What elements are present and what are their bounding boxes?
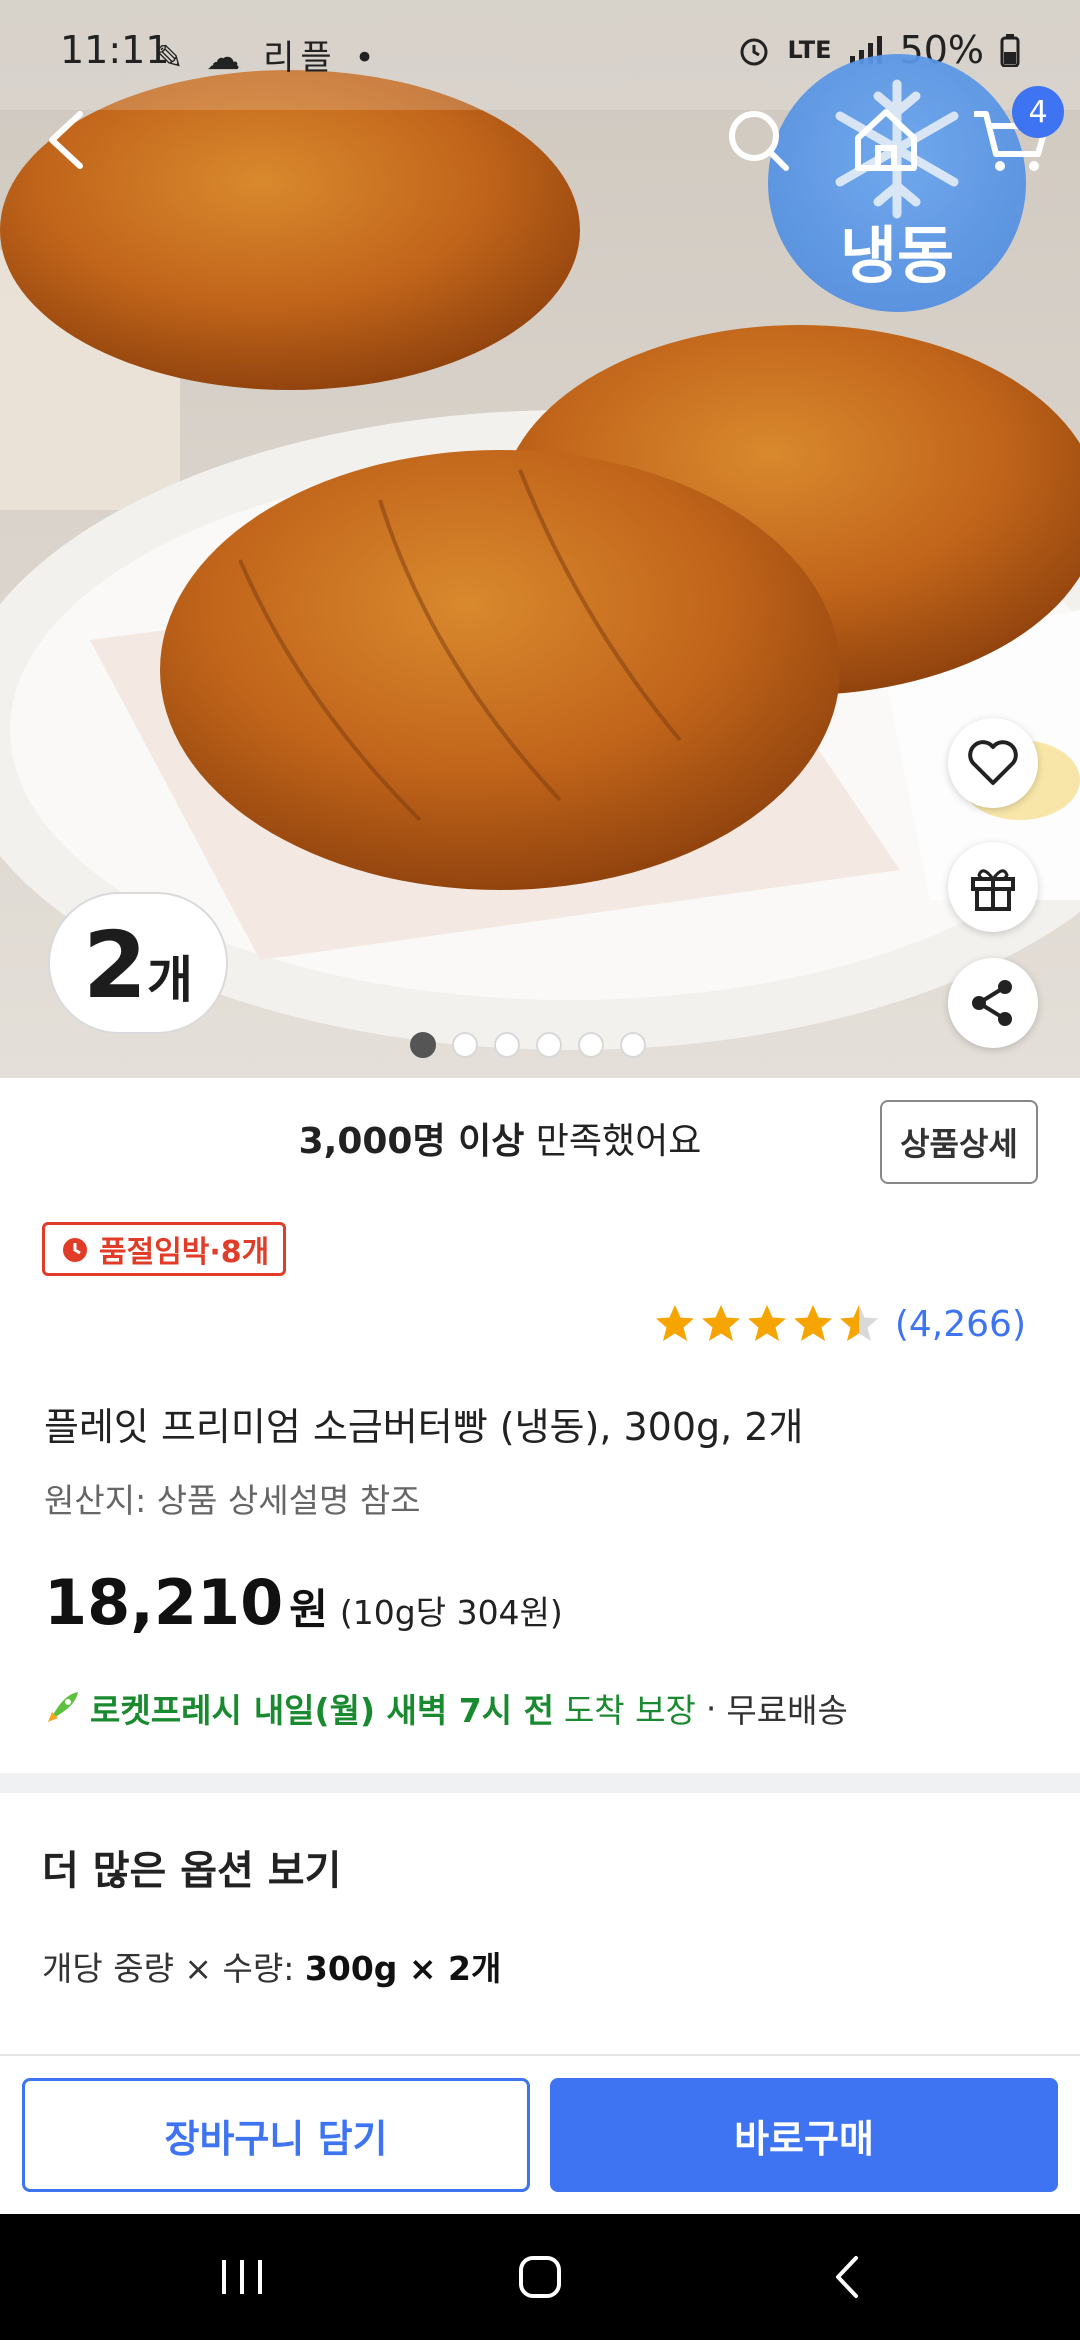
- more-options-title[interactable]: 더 많은 옵션 보기: [42, 1838, 341, 1896]
- carousel-dot[interactable]: [410, 1032, 436, 1058]
- back-arrow-icon: [836, 2256, 858, 2298]
- soldout-soon-text: 품절임박·8개: [99, 1235, 270, 1270]
- price-row: 18,210 원 (10g당 304원): [44, 1566, 563, 1639]
- delivery-info: 로켓프레시 내일(월) 새벽 7시 전 도착 보장 · 무료배송: [42, 1684, 848, 1732]
- system-back-button[interactable]: [808, 2244, 888, 2310]
- price-amount: 18,210: [44, 1566, 284, 1639]
- product-detail-button[interactable]: 상품상세: [880, 1100, 1038, 1184]
- carousel-dot[interactable]: [452, 1032, 478, 1058]
- alarm-icon: [740, 38, 768, 66]
- add-to-cart-button[interactable]: 장바구니 담기: [22, 2078, 530, 2192]
- carousel-dot[interactable]: [578, 1032, 604, 1058]
- notification-icons: ✎ ☁ 리플 •: [155, 38, 381, 78]
- home-icon: [855, 109, 917, 171]
- rocket-icon: [48, 1692, 78, 1722]
- quantity-unit: 개: [147, 951, 193, 1009]
- frozen-label: 냉동: [839, 219, 955, 292]
- home-square-icon: [519, 2256, 561, 2298]
- recent-apps-button[interactable]: [202, 2244, 282, 2310]
- back-button[interactable]: [30, 100, 110, 180]
- product-origin: 원산지: 상품 상세설명 참조: [44, 1481, 421, 1520]
- product-title: 플레잇 프리미엄 소금버터빵 (냉동), 300g, 2개: [44, 1405, 804, 1449]
- option-label: 개당 중량 × 수량:: [42, 1949, 305, 1988]
- quantity-badge: 2 개: [48, 892, 228, 1034]
- review-count[interactable]: (4,266): [895, 1304, 1026, 1345]
- gift-button[interactable]: [948, 842, 1038, 932]
- option-selection[interactable]: 개당 중량 × 수량: 300g × 2개: [42, 1942, 501, 1990]
- heart-icon: [968, 740, 1018, 785]
- gift-icon: [971, 869, 1015, 911]
- carousel-dot[interactable]: [494, 1032, 520, 1058]
- recent-apps-icon: [222, 2260, 262, 2294]
- star-icon: [747, 1305, 786, 1341]
- search-button[interactable]: [718, 100, 798, 180]
- rating[interactable]: (4,266): [653, 1302, 1026, 1346]
- product-image-carousel[interactable]: 11:11 ✎ ☁ 리플 • LTE 50% 냉동 4 2 개: [0, 0, 1080, 1078]
- chevron-left-icon: [49, 111, 83, 169]
- wishlist-button[interactable]: [948, 718, 1038, 808]
- home-button[interactable]: [846, 100, 926, 180]
- status-time: 11:11: [60, 28, 170, 72]
- home-system-button[interactable]: [500, 2244, 580, 2310]
- section-divider: [0, 1773, 1080, 1793]
- star-icon: [701, 1305, 740, 1341]
- system-navigation-bar: [0, 2214, 1080, 2340]
- alarm-clock-icon: [63, 1238, 87, 1262]
- option-value: 300g × 2개: [304, 1949, 502, 1988]
- delivery-separator: ·: [705, 1688, 717, 1728]
- star-icon: [839, 1305, 878, 1341]
- soldout-soon-badge: 품절임박·8개: [42, 1222, 287, 1276]
- star-icon: [655, 1305, 694, 1341]
- delivery-guarantee: 도착 보장: [563, 1691, 696, 1730]
- purchase-bar: 장바구니 담기 바로구매: [0, 2054, 1080, 2214]
- free-shipping: 무료배송: [726, 1691, 848, 1730]
- price-currency: 원: [289, 1585, 328, 1634]
- rating-stars: [653, 1302, 881, 1346]
- cart-count-badge: 4: [1012, 86, 1064, 138]
- satisfaction-rest: 만족했어요: [524, 1121, 702, 1162]
- share-icon: [972, 980, 1012, 1026]
- buy-now-button[interactable]: 바로구매: [550, 2078, 1058, 2192]
- search-icon: [729, 111, 789, 171]
- satisfaction-count: 3,000명 이상: [298, 1121, 525, 1162]
- star-icon: [793, 1305, 832, 1341]
- carousel-indicator[interactable]: [0, 1032, 1068, 1058]
- delivery-time: 내일(월) 새벽 7시 전: [253, 1691, 554, 1730]
- carousel-dot[interactable]: [620, 1032, 646, 1058]
- unit-price: (10g당 304원): [339, 1593, 563, 1632]
- quantity-number: 2: [82, 912, 147, 1019]
- delivery-brand: 로켓프레시: [90, 1691, 242, 1730]
- carousel-dot[interactable]: [536, 1032, 562, 1058]
